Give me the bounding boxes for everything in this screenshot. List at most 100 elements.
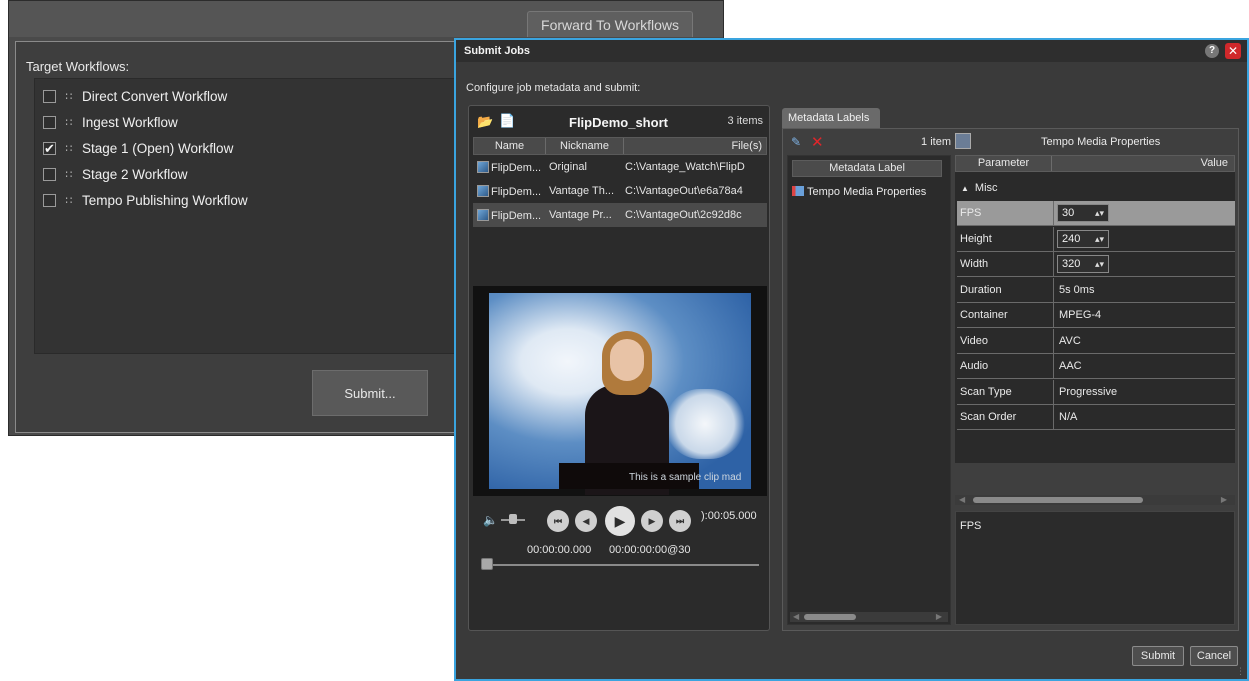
file-name-text: FlipDem...	[491, 209, 542, 222]
workflow-icon: ∷	[65, 194, 73, 207]
workflow-label: Tempo Publishing Workflow	[82, 192, 248, 208]
properties-grid: Parameter Value ▲ Misc FPS 30 ▴▾ Height 240 ▴▾…	[955, 155, 1235, 463]
workflow-item[interactable]: ∷ Stage 2 Workflow	[43, 163, 188, 185]
properties-scrollbar[interactable]: ◀ ▶	[955, 495, 1235, 505]
spinner-arrows-icon[interactable]: ▴▾	[1095, 257, 1104, 271]
spinner-arrows-icon[interactable]: ▴▾	[1095, 232, 1104, 246]
property-row[interactable]: Width 320 ▴▾	[957, 252, 1235, 277]
file-name-cell: FlipDem...	[473, 184, 547, 198]
video-caption: This is a sample clip mad	[629, 472, 742, 483]
workflow-checkbox[interactable]	[43, 167, 56, 181]
value-column-header[interactable]: Value	[1201, 156, 1228, 171]
dialog-cancel-button[interactable]: Cancel	[1190, 646, 1238, 666]
file-title: FlipDemo_short	[569, 115, 668, 130]
dialog-submit-button[interactable]: Submit	[1132, 646, 1184, 666]
play-button[interactable]: ▶	[605, 506, 635, 536]
table-row[interactable]: FlipDem... Vantage Pr... C:\VantageOut\2c9…	[473, 203, 767, 227]
scroll-left-icon[interactable]: ◀	[959, 495, 965, 505]
property-row[interactable]: Audio AAC	[957, 354, 1235, 379]
workflow-item[interactable]: ✔ ∷ Stage 1 (Open) Workflow	[43, 137, 233, 159]
property-name: Duration	[957, 277, 1054, 302]
property-row[interactable]: Scan Order N/A	[957, 405, 1235, 430]
misc-group-header[interactable]: ▲ Misc	[957, 177, 998, 199]
skip-to-end-button[interactable]: ⏭	[669, 510, 691, 532]
property-row[interactable]: Container MPEG-4	[957, 303, 1235, 328]
file-table-header: Name Nickname File(s)	[473, 137, 767, 155]
property-row[interactable]: Video AVC	[957, 328, 1235, 354]
property-name: Video	[957, 328, 1054, 353]
volume-knob[interactable]	[509, 514, 517, 524]
metadata-label-item[interactable]: Tempo Media Properties	[792, 182, 948, 202]
file-count: 3 items	[727, 115, 763, 127]
property-spinner[interactable]: 320 ▴▾	[1057, 255, 1109, 273]
workflow-checkbox[interactable]	[43, 193, 56, 207]
workflow-item[interactable]: ∷ Tempo Publishing Workflow	[43, 189, 248, 211]
column-header-files[interactable]: File(s)	[624, 138, 766, 154]
scrollbar-thumb[interactable]	[973, 497, 1143, 503]
video-preview[interactable]: This is a sample clip mad	[473, 286, 767, 496]
properties-icon[interactable]	[955, 133, 971, 149]
seek-handle[interactable]	[481, 558, 493, 570]
workflow-item[interactable]: ∷ Ingest Workflow	[43, 111, 178, 133]
duration-timecode: ):00:05.000	[701, 510, 757, 522]
property-value: 5s 0ms	[1059, 283, 1095, 296]
spinner-arrows-icon[interactable]: ▴▾	[1095, 206, 1104, 220]
metadata-label-text: Tempo Media Properties	[807, 186, 927, 198]
help-button[interactable]: ?	[1205, 44, 1219, 58]
label-list-scrollbar[interactable]: ◀ ▶	[790, 612, 948, 622]
property-row[interactable]: Duration 5s 0ms	[957, 277, 1235, 303]
property-name: Width	[957, 252, 1054, 276]
workflow-label: Ingest Workflow	[82, 114, 178, 130]
file-path-cell: C:\Vantage_Watch\FlipD	[625, 161, 745, 173]
scroll-left-icon[interactable]: ◀	[793, 612, 799, 622]
metadata-label-header[interactable]: Metadata Label	[792, 160, 942, 177]
file-table: Name Nickname File(s) FlipDem... Original…	[473, 137, 767, 227]
parameter-column-header[interactable]: Parameter	[956, 156, 1052, 171]
delete-label-icon[interactable]: ✕	[811, 133, 824, 151]
submit-button[interactable]: Submit...	[312, 370, 428, 416]
property-spinner[interactable]: 240 ▴▾	[1057, 229, 1109, 248]
column-header-nickname[interactable]: Nickname	[546, 138, 624, 154]
player-controls: 🔈 ⏮ ◀ ▶ ▶ ⏭ ):00:05.000 00:00:00.000 00:…	[469, 504, 769, 564]
edit-label-icon[interactable]: ✎	[791, 135, 801, 149]
collapse-arrow-icon[interactable]: ▲	[961, 184, 969, 193]
property-row[interactable]: Scan Type Progressive	[957, 379, 1235, 405]
workflow-checkbox[interactable]	[43, 115, 56, 129]
table-row[interactable]: FlipDem... Original C:\Vantage_Watch\FlipD	[473, 155, 767, 179]
property-row[interactable]: FPS 30 ▴▾	[957, 201, 1235, 226]
column-header-name[interactable]: Name	[474, 138, 546, 154]
property-spinner[interactable]: 30 ▴▾	[1057, 204, 1109, 222]
seek-bar[interactable]	[481, 564, 759, 566]
properties-column: Tempo Media Properties Parameter Value ▲…	[955, 133, 1235, 625]
tab-forward-to-workflows[interactable]: Forward To Workflows	[527, 11, 693, 37]
dialog-title-bar: Submit Jobs ? ✕	[456, 40, 1247, 62]
scrollbar-thumb[interactable]	[804, 614, 856, 620]
scroll-right-icon[interactable]: ▶	[936, 612, 942, 622]
tab-metadata-labels[interactable]: Metadata Labels	[782, 108, 880, 128]
folder-icon[interactable]: 📂	[477, 114, 493, 130]
nickname-cell: Vantage Pr...	[549, 209, 612, 221]
workflow-checkbox[interactable]: ✔	[43, 141, 56, 155]
workflow-checkbox[interactable]	[43, 89, 56, 103]
file-name-text: FlipDem...	[491, 161, 542, 174]
step-back-button[interactable]: ◀	[575, 510, 597, 532]
volume-icon[interactable]: 🔈	[483, 513, 498, 527]
media-thumbnail-icon	[477, 160, 489, 173]
table-row[interactable]: FlipDem... Vantage Th... C:\VantageOut\e6a…	[473, 179, 767, 203]
metadata-label-icon	[792, 186, 804, 196]
close-button[interactable]: ✕	[1225, 43, 1241, 59]
property-name: Scan Type	[957, 379, 1054, 404]
document-icon[interactable]: 📄	[499, 113, 515, 129]
workflow-label: Direct Convert Workflow	[82, 88, 228, 104]
workflow-item[interactable]: ∷ Direct Convert Workflow	[43, 85, 227, 107]
property-value: 240	[1062, 232, 1081, 245]
video-frame: This is a sample clip mad	[489, 293, 751, 495]
media-thumbnail-icon	[477, 184, 489, 197]
skip-to-start-button[interactable]: ⏮	[547, 510, 569, 532]
resize-grip-icon[interactable]: ⋮	[1236, 666, 1245, 677]
property-name: FPS	[957, 201, 1054, 225]
step-forward-button[interactable]: ▶	[641, 510, 663, 532]
property-value: 320	[1062, 258, 1081, 270]
property-row[interactable]: Height 240 ▴▾	[957, 226, 1235, 252]
scroll-right-icon[interactable]: ▶	[1221, 495, 1227, 505]
